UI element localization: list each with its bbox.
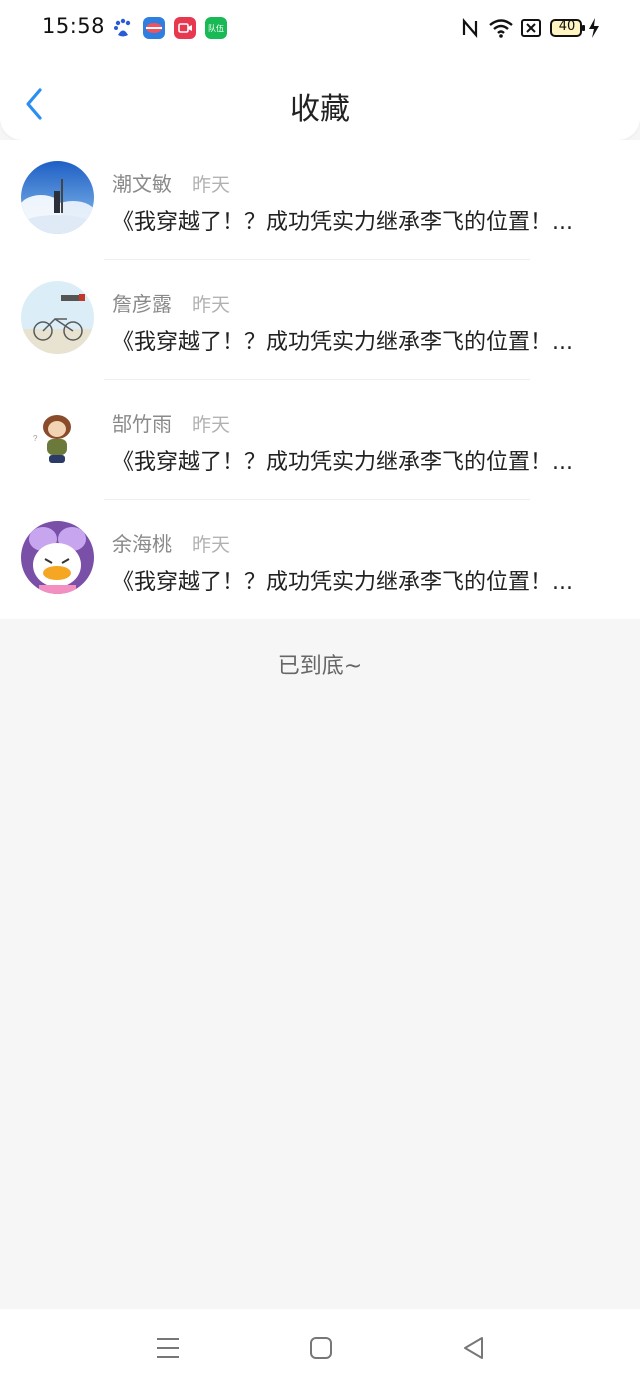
list-item[interactable]: ? 郜竹雨 昨天 《我穿越了！？成功凭实力继承李飞的位置！... xyxy=(0,380,640,500)
item-name: 余海桃 xyxy=(112,532,172,556)
favorites-screen: 15:58 队伍 40 收藏 潮文敏 昨天 《我穿越了！？成功凭实力继承李飞的位… xyxy=(0,0,640,1387)
battery-level: 40 xyxy=(558,19,576,34)
baidu-icon xyxy=(112,17,134,39)
avatar xyxy=(21,281,94,354)
status-bar: 15:58 队伍 40 xyxy=(0,0,640,58)
back-triangle-icon xyxy=(464,1337,483,1359)
system-back-button[interactable] xyxy=(461,1335,487,1365)
item-name: 潮文敏 xyxy=(112,172,172,196)
nfc-icon xyxy=(461,17,479,43)
header-card: 15:58 队伍 40 收藏 xyxy=(0,0,640,140)
team-app-icon: 队伍 xyxy=(205,17,227,39)
item-time: 昨天 xyxy=(192,174,231,196)
navigation-bar xyxy=(0,1309,640,1387)
avatar xyxy=(21,161,94,234)
item-time: 昨天 xyxy=(192,534,231,556)
end-of-list-text: 已到底~ xyxy=(277,654,363,679)
home-square-icon xyxy=(310,1337,332,1359)
avatar: ? xyxy=(21,401,94,474)
list-item[interactable]: 詹彦露 昨天 《我穿越了！？成功凭实力继承李飞的位置！... xyxy=(0,260,640,380)
favorites-list: 潮文敏 昨天 《我穿越了！？成功凭实力继承李飞的位置！... 詹彦露 昨天 《我… xyxy=(0,140,640,619)
item-text: 《我穿越了！？成功凭实力继承李飞的位置！... xyxy=(112,210,573,235)
item-time: 昨天 xyxy=(192,414,231,436)
charging-icon xyxy=(587,17,601,43)
browser-icon xyxy=(143,17,165,39)
item-text: 《我穿越了！？成功凭实力继承李飞的位置！... xyxy=(112,570,573,595)
wifi-icon xyxy=(488,17,514,43)
status-time: 15:58 xyxy=(42,14,106,38)
title-bar: 收藏 xyxy=(0,62,640,140)
svg-text:?: ? xyxy=(33,434,38,443)
list-item[interactable]: 潮文敏 昨天 《我穿越了！？成功凭实力继承李飞的位置！... xyxy=(0,140,640,260)
item-text: 《我穿越了！？成功凭实力继承李飞的位置！... xyxy=(112,450,573,475)
menu-icon xyxy=(157,1338,179,1358)
home-button[interactable] xyxy=(308,1335,334,1365)
item-name: 郜竹雨 xyxy=(112,412,172,436)
avatar xyxy=(21,521,94,594)
no-sim-icon xyxy=(520,17,542,43)
page-title: 收藏 xyxy=(290,92,350,127)
recent-apps-button[interactable] xyxy=(155,1335,181,1365)
item-name: 詹彦露 xyxy=(112,292,172,316)
list-item[interactable]: 余海桃 昨天 《我穿越了！？成功凭实力继承李飞的位置！... xyxy=(0,500,640,620)
item-text: 《我穿越了！？成功凭实力继承李飞的位置！... xyxy=(112,330,573,355)
video-icon xyxy=(174,17,196,39)
item-time: 昨天 xyxy=(192,294,231,316)
